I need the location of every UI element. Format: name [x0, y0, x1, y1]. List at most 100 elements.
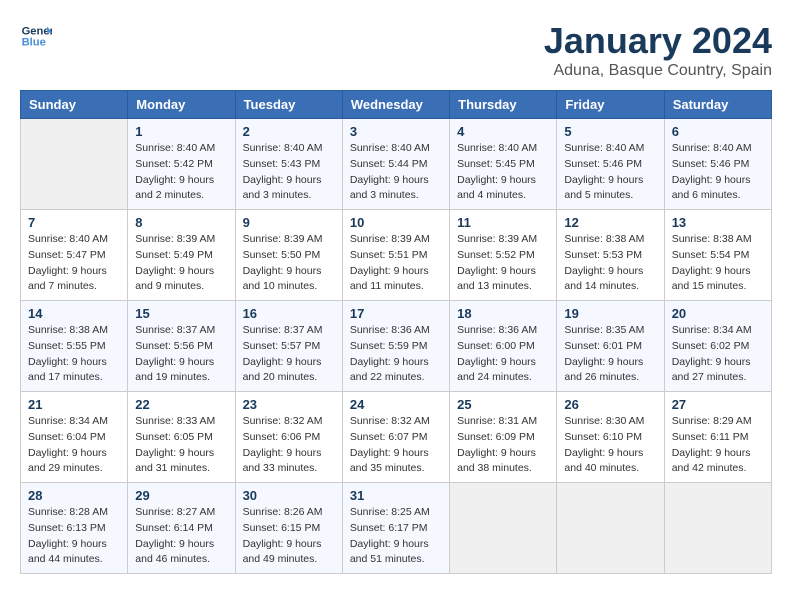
day-number: 24 — [350, 397, 442, 412]
day-cell: 8Sunrise: 8:39 AMSunset: 5:49 PMDaylight… — [128, 210, 235, 301]
day-info: Sunrise: 8:39 AMSunset: 5:51 PMDaylight:… — [350, 232, 442, 295]
logo: General Blue — [20, 20, 52, 52]
day-number: 2 — [243, 124, 335, 139]
day-number: 1 — [135, 124, 227, 139]
weekday-header-row: SundayMondayTuesdayWednesdayThursdayFrid… — [21, 91, 772, 119]
day-number: 4 — [457, 124, 549, 139]
day-info: Sunrise: 8:32 AMSunset: 6:06 PMDaylight:… — [243, 414, 335, 477]
day-cell: 4 Sunrise: 8:40 AMSunset: 5:45 PMDaylight… — [450, 119, 557, 210]
day-cell — [557, 483, 664, 574]
day-cell: 16 Sunrise: 8:37 AMSunset: 5:57 PMDayligh… — [235, 301, 342, 392]
day-info: Sunrise: 8:26 AMSunset: 6:15 PMDaylight:… — [243, 505, 335, 568]
day-number: 29 — [135, 488, 227, 503]
day-number: 19 — [564, 306, 656, 321]
weekday-header-sunday: Sunday — [21, 91, 128, 119]
day-cell: 17 Sunrise: 8:36 AMSunset: 5:59 PMDayligh… — [342, 301, 449, 392]
day-cell: 26 Sunrise: 8:30 AMSunset: 6:10 PMDayligh… — [557, 392, 664, 483]
week-row-3: 14 Sunrise: 8:38 AMSunset: 5:55 PMDayligh… — [21, 301, 772, 392]
day-info: Sunrise: 8:34 AMSunset: 6:04 PMDaylight:… — [28, 414, 120, 477]
day-info: Sunrise: 8:40 AMSunset: 5:42 PMDaylight:… — [135, 141, 227, 204]
day-info: Sunrise: 8:36 AMSunset: 5:59 PMDaylight:… — [350, 323, 442, 386]
day-number: 27 — [672, 397, 764, 412]
day-number: 25 — [457, 397, 549, 412]
weekday-header-wednesday: Wednesday — [342, 91, 449, 119]
day-cell: 21 Sunrise: 8:34 AMSunset: 6:04 PMDayligh… — [21, 392, 128, 483]
title-area: January 2024 Aduna, Basque Country, Spai… — [544, 20, 772, 80]
day-number: 3 — [350, 124, 442, 139]
day-cell — [21, 119, 128, 210]
calendar-table: SundayMondayTuesdayWednesdayThursdayFrid… — [20, 90, 772, 574]
day-cell: 6 Sunrise: 8:40 AMSunset: 5:46 PMDaylight… — [664, 119, 771, 210]
day-number: 12 — [564, 215, 656, 230]
day-cell: 7 Sunrise: 8:40 AMSunset: 5:47 PMDaylight… — [21, 210, 128, 301]
day-info: Sunrise: 8:30 AMSunset: 6:10 PMDaylight:… — [564, 414, 656, 477]
day-number: 5 — [564, 124, 656, 139]
day-cell: 31Sunrise: 8:25 AMSunset: 6:17 PMDayligh… — [342, 483, 449, 574]
day-number: 28 — [28, 488, 120, 503]
day-cell: 19 Sunrise: 8:35 AMSunset: 6:01 PMDayligh… — [557, 301, 664, 392]
day-number: 23 — [243, 397, 335, 412]
page-header: General Blue January 2024 Aduna, Basque … — [20, 20, 772, 80]
day-cell: 29 Sunrise: 8:27 AMSunset: 6:14 PMDayligh… — [128, 483, 235, 574]
day-number: 26 — [564, 397, 656, 412]
day-info: Sunrise: 8:38 AMSunset: 5:53 PMDaylight:… — [564, 232, 656, 295]
day-cell: 30Sunrise: 8:26 AMSunset: 6:15 PMDayligh… — [235, 483, 342, 574]
day-number: 10 — [350, 215, 442, 230]
logo-icon: General Blue — [20, 20, 52, 52]
day-cell: 20 Sunrise: 8:34 AMSunset: 6:02 PMDayligh… — [664, 301, 771, 392]
day-cell: 24 Sunrise: 8:32 AMSunset: 6:07 PMDayligh… — [342, 392, 449, 483]
day-info: Sunrise: 8:35 AMSunset: 6:01 PMDaylight:… — [564, 323, 656, 386]
day-cell: 18Sunrise: 8:36 AMSunset: 6:00 PMDayligh… — [450, 301, 557, 392]
day-cell: 9Sunrise: 8:39 AMSunset: 5:50 PMDaylight… — [235, 210, 342, 301]
day-number: 16 — [243, 306, 335, 321]
svg-text:Blue: Blue — [22, 37, 46, 49]
day-number: 20 — [672, 306, 764, 321]
day-number: 15 — [135, 306, 227, 321]
day-info: Sunrise: 8:39 AMSunset: 5:50 PMDaylight:… — [243, 232, 335, 295]
day-info: Sunrise: 8:34 AMSunset: 6:02 PMDaylight:… — [672, 323, 764, 386]
day-cell: 1 Sunrise: 8:40 AMSunset: 5:42 PMDaylight… — [128, 119, 235, 210]
day-number: 22 — [135, 397, 227, 412]
week-row-1: 1 Sunrise: 8:40 AMSunset: 5:42 PMDaylight… — [21, 119, 772, 210]
day-cell: 11 Sunrise: 8:39 AMSunset: 5:52 PMDayligh… — [450, 210, 557, 301]
week-row-2: 7 Sunrise: 8:40 AMSunset: 5:47 PMDaylight… — [21, 210, 772, 301]
day-number: 21 — [28, 397, 120, 412]
day-info: Sunrise: 8:38 AMSunset: 5:55 PMDaylight:… — [28, 323, 120, 386]
weekday-header-thursday: Thursday — [450, 91, 557, 119]
day-cell: 25 Sunrise: 8:31 AMSunset: 6:09 PMDayligh… — [450, 392, 557, 483]
day-cell: 5 Sunrise: 8:40 AMSunset: 5:46 PMDaylight… — [557, 119, 664, 210]
month-title: January 2024 — [544, 20, 772, 62]
day-cell: 22Sunrise: 8:33 AMSunset: 6:05 PMDayligh… — [128, 392, 235, 483]
day-info: Sunrise: 8:38 AMSunset: 5:54 PMDaylight:… — [672, 232, 764, 295]
day-info: Sunrise: 8:29 AMSunset: 6:11 PMDaylight:… — [672, 414, 764, 477]
day-number: 6 — [672, 124, 764, 139]
day-info: Sunrise: 8:25 AMSunset: 6:17 PMDaylight:… — [350, 505, 442, 568]
day-info: Sunrise: 8:39 AMSunset: 5:49 PMDaylight:… — [135, 232, 227, 295]
day-cell: 15Sunrise: 8:37 AMSunset: 5:56 PMDayligh… — [128, 301, 235, 392]
day-number: 7 — [28, 215, 120, 230]
day-info: Sunrise: 8:27 AMSunset: 6:14 PMDaylight:… — [135, 505, 227, 568]
week-row-5: 28Sunrise: 8:28 AMSunset: 6:13 PMDayligh… — [21, 483, 772, 574]
day-info: Sunrise: 8:40 AMSunset: 5:43 PMDaylight:… — [243, 141, 335, 204]
day-info: Sunrise: 8:39 AMSunset: 5:52 PMDaylight:… — [457, 232, 549, 295]
weekday-header-friday: Friday — [557, 91, 664, 119]
day-number: 11 — [457, 215, 549, 230]
weekday-header-tuesday: Tuesday — [235, 91, 342, 119]
day-info: Sunrise: 8:40 AMSunset: 5:45 PMDaylight:… — [457, 141, 549, 204]
day-cell: 12 Sunrise: 8:38 AMSunset: 5:53 PMDayligh… — [557, 210, 664, 301]
day-cell: 13 Sunrise: 8:38 AMSunset: 5:54 PMDayligh… — [664, 210, 771, 301]
day-number: 13 — [672, 215, 764, 230]
day-info: Sunrise: 8:40 AMSunset: 5:47 PMDaylight:… — [28, 232, 120, 295]
day-info: Sunrise: 8:32 AMSunset: 6:07 PMDaylight:… — [350, 414, 442, 477]
location-title: Aduna, Basque Country, Spain — [544, 62, 772, 80]
day-info: Sunrise: 8:40 AMSunset: 5:46 PMDaylight:… — [564, 141, 656, 204]
day-info: Sunrise: 8:37 AMSunset: 5:57 PMDaylight:… — [243, 323, 335, 386]
day-info: Sunrise: 8:31 AMSunset: 6:09 PMDaylight:… — [457, 414, 549, 477]
day-cell — [450, 483, 557, 574]
day-cell: 28Sunrise: 8:28 AMSunset: 6:13 PMDayligh… — [21, 483, 128, 574]
day-info: Sunrise: 8:36 AMSunset: 6:00 PMDaylight:… — [457, 323, 549, 386]
day-number: 17 — [350, 306, 442, 321]
day-number: 14 — [28, 306, 120, 321]
day-info: Sunrise: 8:40 AMSunset: 5:46 PMDaylight:… — [672, 141, 764, 204]
day-info: Sunrise: 8:40 AMSunset: 5:44 PMDaylight:… — [350, 141, 442, 204]
